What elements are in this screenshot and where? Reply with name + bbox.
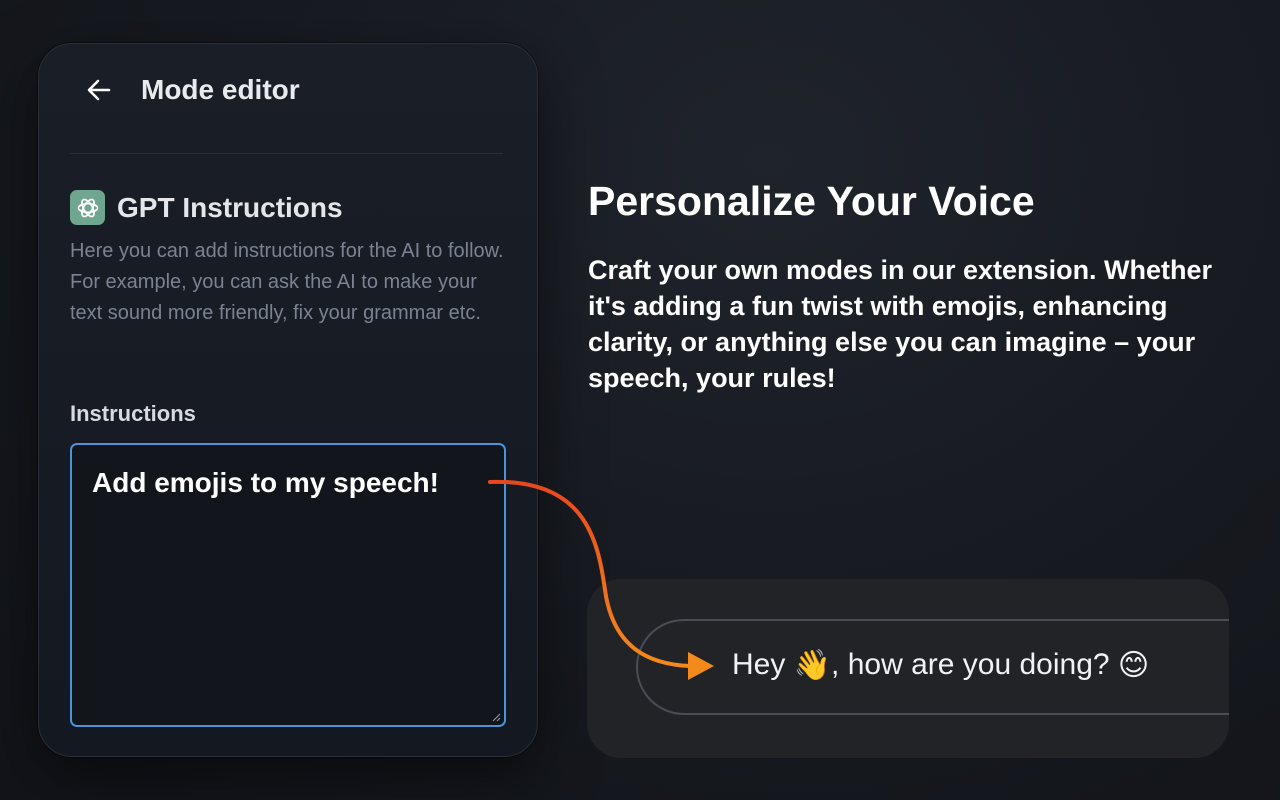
speech-output-card: Hey 👋, how are you doing? 😊 [587, 579, 1229, 758]
instructions-textarea[interactable]: Add emojis to my speech! [70, 443, 506, 727]
speech-text-start: Hey [732, 648, 794, 681]
promo-headline: Personalize Your Voice [588, 178, 1035, 224]
instructions-value: Add emojis to my speech! [92, 467, 439, 498]
smiling-face-emoji: 😊 [1117, 649, 1150, 683]
waving-hand-emoji: 👋 [793, 649, 832, 683]
openai-logo-icon [70, 190, 105, 225]
arrow-left-icon [87, 79, 111, 101]
page-title: Mode editor [141, 74, 300, 105]
back-button[interactable] [81, 72, 117, 108]
divider [70, 153, 503, 154]
speech-output-text: Hey 👋, how are you doing? 😊 [732, 643, 1149, 688]
resize-handle-icon[interactable] [491, 712, 501, 722]
section-title: GPT Instructions [117, 192, 343, 223]
section-description: Here you can add instructions for the AI… [70, 240, 504, 324]
promo-body: Craft your own modes in our extension. W… [588, 255, 1213, 393]
instructions-label: Instructions [70, 401, 196, 426]
mode-editor-panel: Mode editor GPT Instructions Here you ca… [38, 43, 538, 757]
speech-text-middle: , how are you doing? [831, 648, 1118, 681]
